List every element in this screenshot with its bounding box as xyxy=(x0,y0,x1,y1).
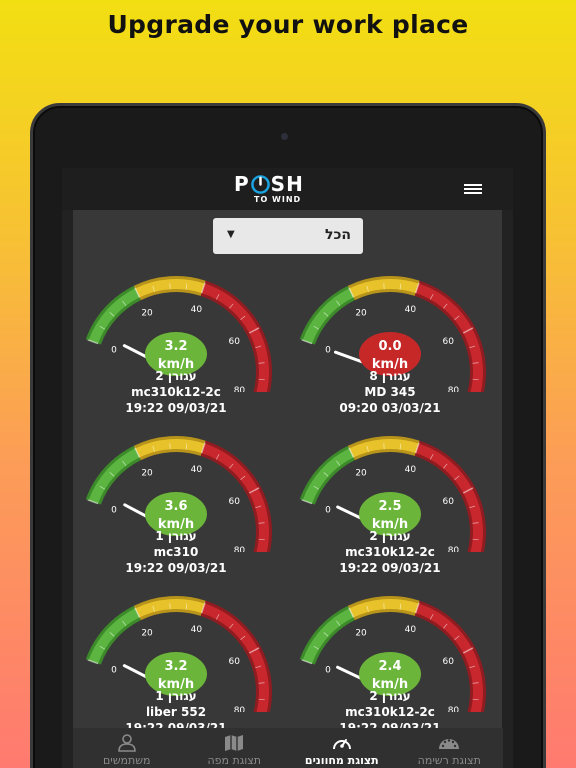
speed-value: 3.6 xyxy=(164,499,187,514)
gauge-name: עגורן 2 xyxy=(155,369,197,383)
gauge-card[interactable]: 0204060801001203.2km/hעגורן 2mc310k12-2c… xyxy=(76,272,276,422)
logo-letter: P xyxy=(234,172,250,196)
gauge-name: עגורן 1 xyxy=(155,689,197,703)
gauge-tick-label: 60 xyxy=(229,497,241,507)
gauge-info: עגורן 1 mc310 19:22 09/03/21 xyxy=(76,528,276,576)
gauge-timestamp: 09:20 03/03/21 xyxy=(339,401,441,415)
gauge-name: עגורן 2 xyxy=(369,529,411,543)
gauge-tick-label: 40 xyxy=(191,625,203,635)
gauge-name: עגורן 2 xyxy=(369,689,411,703)
gauge-card[interactable]: 0204060801001202.4km/hעגורן 2mc310k12-2c… xyxy=(290,592,490,742)
gauge-model: mc310k12-2c xyxy=(345,545,435,559)
gauge-icon xyxy=(332,739,351,750)
speed-value: 2.5 xyxy=(378,499,401,514)
promo-headline: Upgrade your work place xyxy=(107,10,469,39)
gauge-tick-label: 60 xyxy=(443,497,455,507)
gauge-tick-label: 0 xyxy=(325,505,331,515)
gauge-info: עגורן 2 mc310k12-2c 19:22 09/03/21 xyxy=(76,368,276,416)
app-header: P SH TO WIND xyxy=(62,168,513,210)
gauge-tick-label: 0 xyxy=(325,665,331,675)
logo: P SH TO WIND xyxy=(234,172,334,208)
gauge-timestamp: 19:22 09/03/21 xyxy=(339,561,441,575)
tab-list-view[interactable]: תצוגת רשימה xyxy=(396,728,504,768)
caret-down-icon: ▼ xyxy=(227,229,235,240)
gauge-timestamp: 19:22 09/03/21 xyxy=(125,561,227,575)
gauge-tick-label: 20 xyxy=(141,469,153,479)
gauge-tick-label: 40 xyxy=(405,305,417,315)
speed-value: 3.2 xyxy=(164,659,187,674)
filter-dropdown[interactable]: ▼ הכל xyxy=(213,218,363,254)
speed-value: 0.0 xyxy=(378,339,401,354)
logo-wordmark: P SH xyxy=(234,172,334,196)
gauge-model: mc310 xyxy=(153,545,199,559)
gauge-model: MD 345 xyxy=(364,385,416,399)
gauge-tick-label: 0 xyxy=(111,505,117,515)
gauge-tick-label: 60 xyxy=(229,657,241,667)
logo-tagline: TO WIND xyxy=(254,195,302,204)
gauge-tick-label: 20 xyxy=(355,469,367,479)
gauge-model: mc310k12-2c xyxy=(131,385,221,399)
gauge-tick-label: 40 xyxy=(191,305,203,315)
gauge-card[interactable]: 0204060801001202.5km/hעגורן 2mc310k12-2c… xyxy=(290,432,490,582)
gauge-timestamp: 19:22 09/03/21 xyxy=(125,401,227,415)
bottom-tab-bar: משתמשים תצוגת מפה תצוגת מחוונים תצוגת רש… xyxy=(73,728,503,768)
gauge-tick-label: 60 xyxy=(443,337,455,347)
gauge-card[interactable]: 0204060801001203.2km/hעגורן 1liber 55219… xyxy=(76,592,276,742)
user-icon xyxy=(117,734,136,752)
tab-gauges-view[interactable]: תצוגת מחוונים xyxy=(288,728,396,768)
tab-map-view[interactable]: תצוגת מפה xyxy=(181,728,289,768)
hamburger-menu-icon[interactable] xyxy=(464,184,482,196)
gauge-card[interactable]: 0204060801001203.6km/hעגורן 1mc31019:22 … xyxy=(76,432,276,582)
power-icon xyxy=(250,174,270,194)
gauge-info: עגורן 8 MD 345 09:20 03/03/21 xyxy=(290,368,490,416)
gauge-tick-label: 0 xyxy=(111,345,117,355)
tab-label: תצוגת רשימה xyxy=(417,754,481,767)
gauge-tick-label: 40 xyxy=(405,465,417,475)
gauge-tick-label: 20 xyxy=(355,629,367,639)
gauge-tick-label: 40 xyxy=(405,625,417,635)
gauge-name: עגורן 1 xyxy=(155,529,197,543)
tab-label: משתמשים xyxy=(102,754,151,767)
tab-label: תצוגת מפה xyxy=(207,754,262,767)
gauge-tick-label: 20 xyxy=(141,309,153,319)
gauge-tick-label: 60 xyxy=(229,337,241,347)
gauge-model: mc310k12-2c xyxy=(345,705,435,719)
dashboard-icon xyxy=(439,739,460,749)
map-icon xyxy=(225,735,244,751)
gauge-tick-label: 0 xyxy=(325,345,331,355)
tab-users[interactable]: משתמשים xyxy=(73,728,181,768)
filter-selected-value: הכל xyxy=(324,227,351,243)
gauge-card[interactable]: 0204060801001200.0km/hעגורן 8MD 34509:20… xyxy=(290,272,490,422)
logo-letters: SH xyxy=(270,172,304,196)
gauge-model: liber 552 xyxy=(145,705,207,719)
gauge-tick-label: 60 xyxy=(443,657,455,667)
speed-value: 3.2 xyxy=(164,339,187,354)
gauge-info: עגורן 2 mc310k12-2c 19:22 09/03/21 xyxy=(290,528,490,576)
tab-label: תצוגת מחוונים xyxy=(304,754,379,767)
gauge-tick-label: 0 xyxy=(111,665,117,675)
app-screen: P SH TO WIND ▼ הכל 0204060801001203.2km/… xyxy=(62,168,513,768)
gauge-tick-label: 20 xyxy=(141,629,153,639)
gauge-name: עגורן 8 xyxy=(369,369,411,383)
gauge-tick-label: 40 xyxy=(191,465,203,475)
gauge-tick-label: 20 xyxy=(355,309,367,319)
tablet-camera xyxy=(281,133,288,140)
speed-value: 2.4 xyxy=(378,659,401,674)
